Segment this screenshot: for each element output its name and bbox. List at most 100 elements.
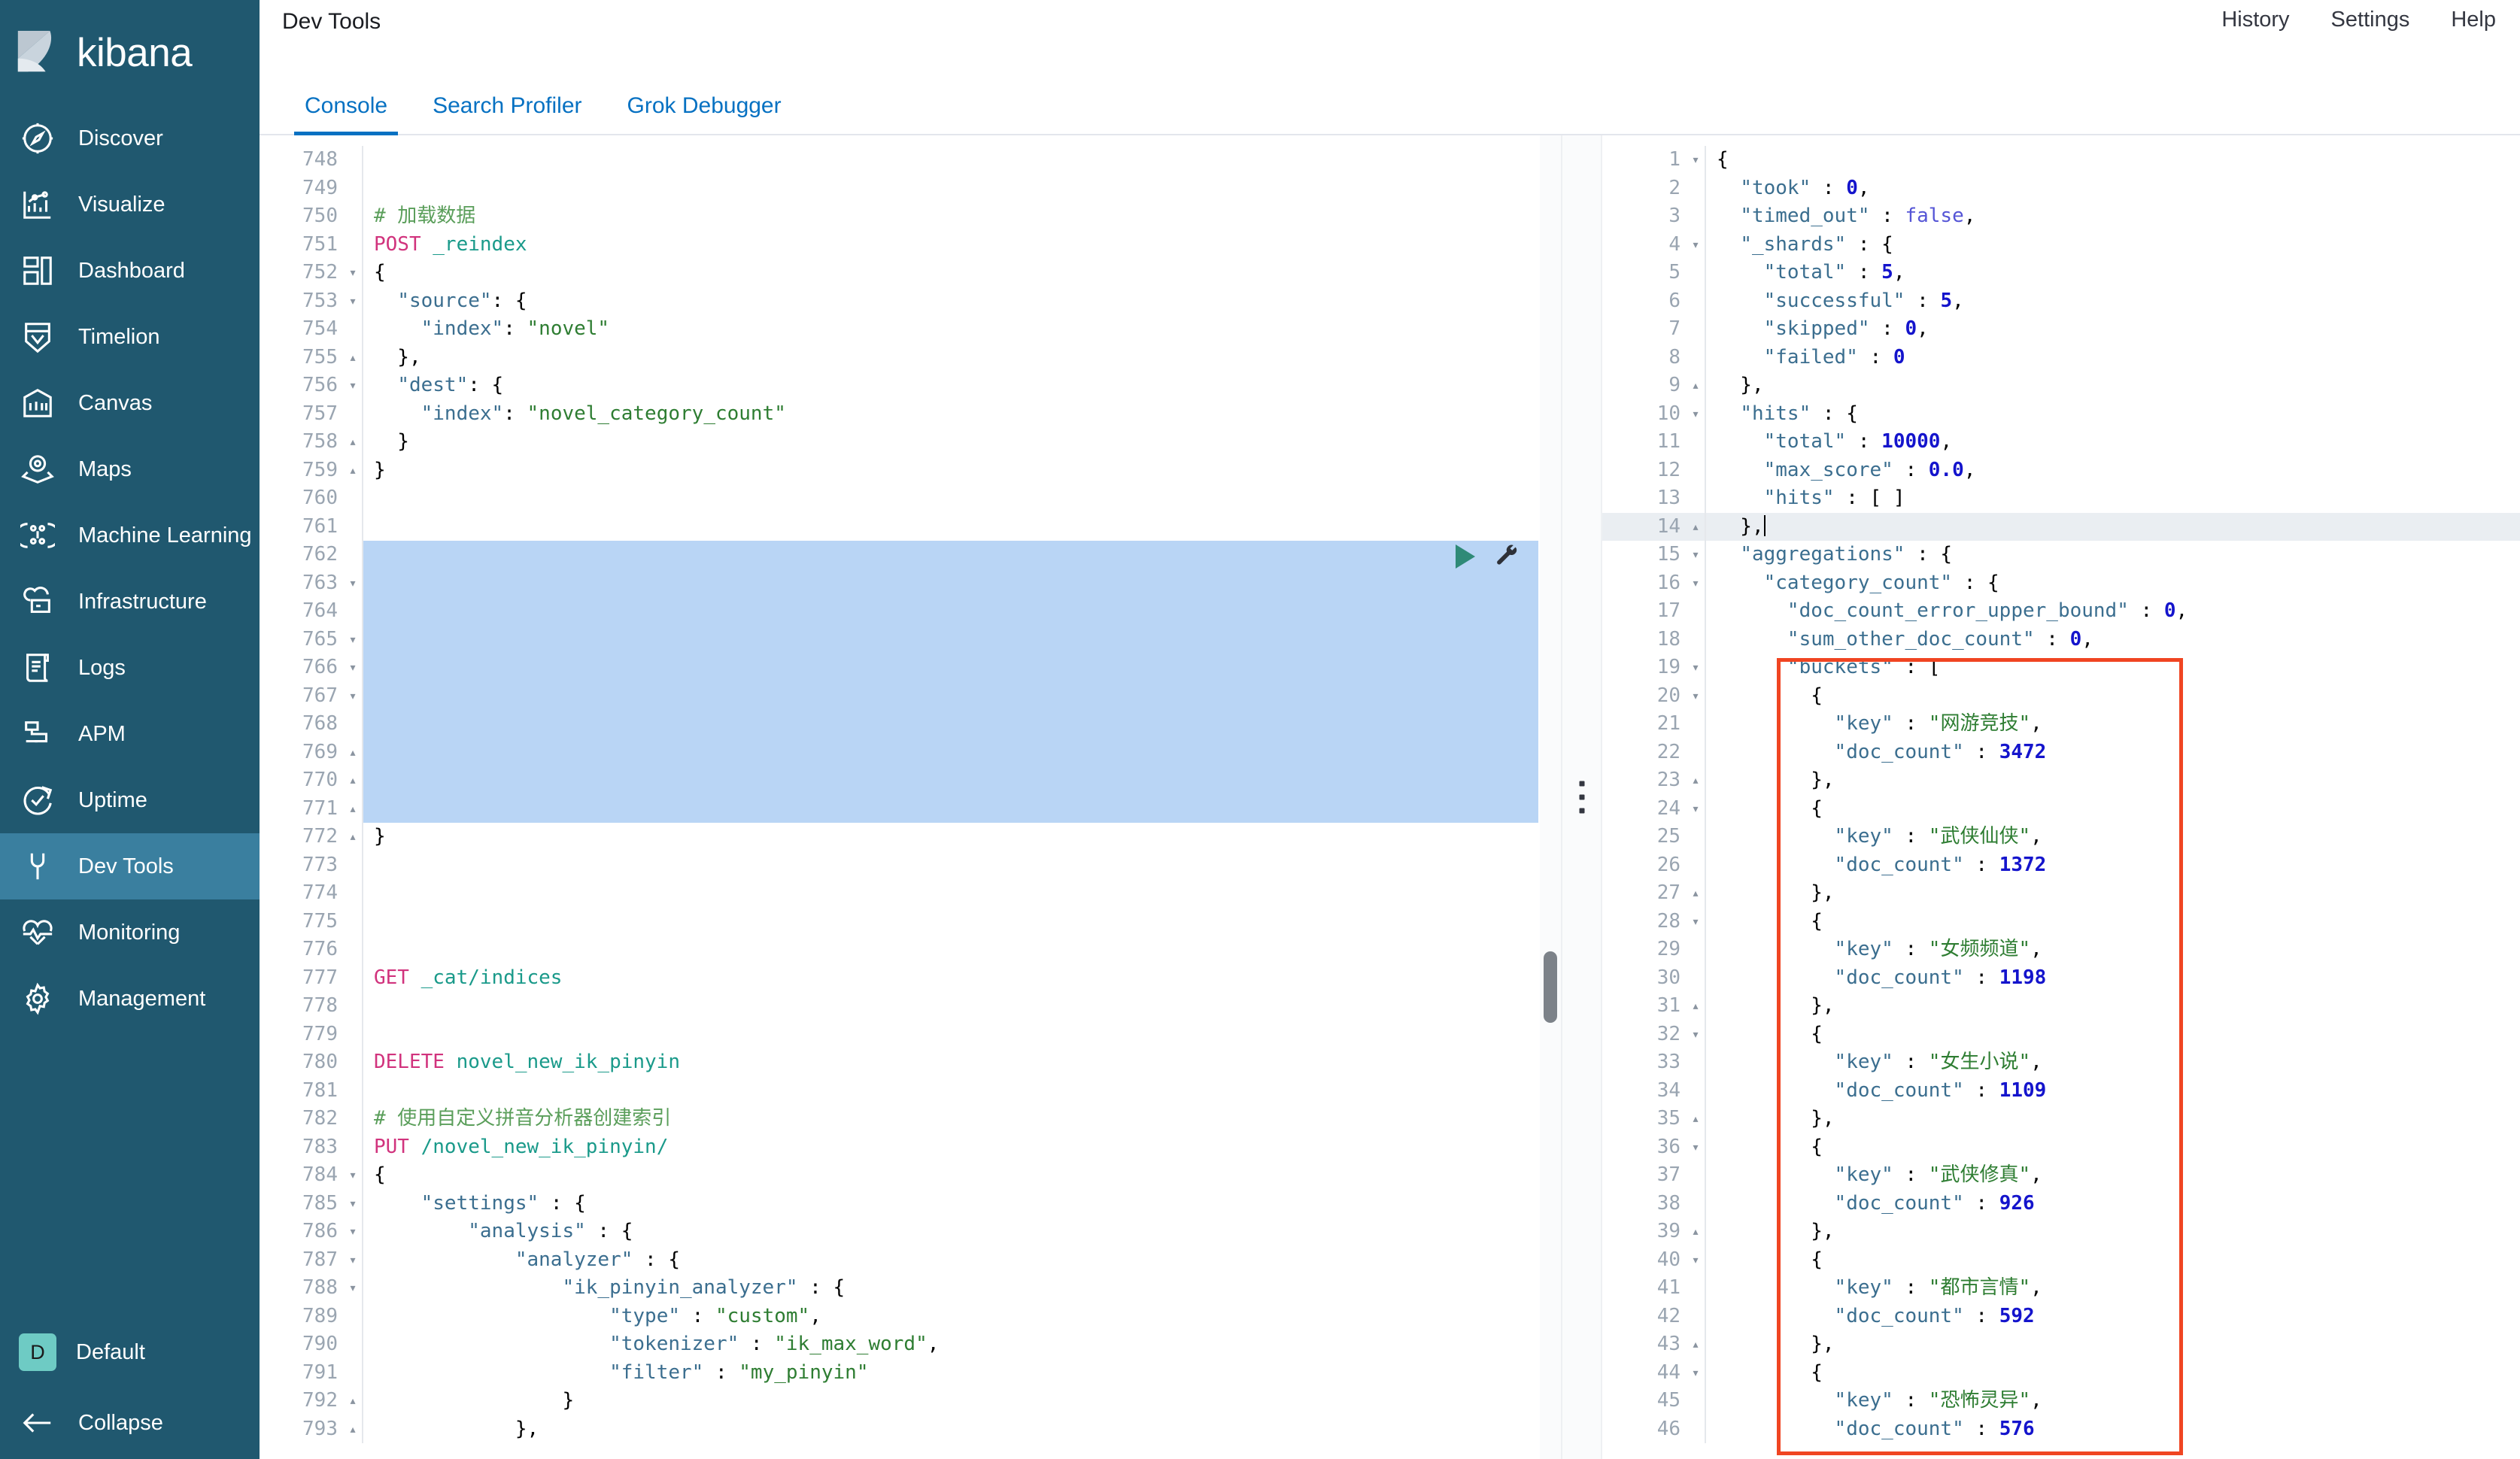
fold-toggle-icon[interactable]: ▾ bbox=[1687, 1133, 1705, 1162]
code-line[interactable]: 751POST _reindex bbox=[260, 231, 1561, 259]
code-line[interactable]: 19▾ "buckets" : [ bbox=[1602, 654, 2520, 682]
code-line[interactable]: 768 "field": "category" bbox=[260, 710, 1561, 739]
fold-toggle-icon[interactable]: ▴ bbox=[1687, 1105, 1705, 1133]
code-line[interactable]: 6 "successful" : 5, bbox=[1602, 287, 2520, 316]
code-line[interactable]: 2 "took" : 0, bbox=[1602, 174, 2520, 203]
code-line[interactable]: 24▾ { bbox=[1602, 795, 2520, 824]
code-line[interactable]: 793▴ }, bbox=[260, 1415, 1561, 1444]
fold-toggle-icon[interactable]: ▾ bbox=[1687, 1359, 1705, 1388]
code-line[interactable]: 15▾ "aggregations" : { bbox=[1602, 541, 2520, 569]
fold-toggle-icon[interactable]: ▾ bbox=[344, 1246, 362, 1275]
sidebar-item-dashboard[interactable]: Dashboard bbox=[0, 238, 260, 304]
fold-toggle-icon[interactable]: ▾ bbox=[1687, 569, 1705, 598]
code-line[interactable]: 760 bbox=[260, 484, 1561, 513]
code-line[interactable]: 782# 使用自定义拼音分析器创建索引 bbox=[260, 1105, 1561, 1133]
code-line[interactable]: 7 "skipped" : 0, bbox=[1602, 315, 2520, 344]
fold-toggle-icon[interactable]: ▴ bbox=[344, 795, 362, 824]
fold-toggle-icon[interactable]: ▾ bbox=[344, 1161, 362, 1190]
code-line[interactable]: 39▴ }, bbox=[1602, 1218, 2520, 1246]
code-line[interactable]: 3 "timed_out" : false, bbox=[1602, 202, 2520, 231]
history-link[interactable]: History bbox=[2221, 8, 2289, 32]
fold-toggle-icon[interactable]: ▴ bbox=[344, 344, 362, 372]
code-line[interactable]: 792▴ } bbox=[260, 1387, 1561, 1415]
code-line[interactable]: 13 "hits" : [ ] bbox=[1602, 484, 2520, 513]
help-link[interactable]: Help bbox=[2451, 8, 2496, 32]
code-line[interactable]: 762GET novel_category_count/_search bbox=[260, 541, 1561, 569]
code-line[interactable]: 5 "total" : 5, bbox=[1602, 259, 2520, 287]
code-line[interactable]: 781 bbox=[260, 1077, 1561, 1106]
play-request-icon[interactable] bbox=[1456, 544, 1475, 569]
code-line[interactable]: 42 "doc_count" : 592 bbox=[1602, 1303, 2520, 1331]
code-line[interactable]: 4▾ "_shards" : { bbox=[1602, 231, 2520, 259]
fold-toggle-icon[interactable]: ▴ bbox=[1687, 372, 1705, 400]
sidebar-item-management[interactable]: Management bbox=[0, 966, 260, 1032]
code-line[interactable]: 777GET _cat/indices bbox=[260, 964, 1561, 993]
code-line[interactable]: 774 bbox=[260, 879, 1561, 908]
code-line[interactable]: 754 "index": "novel" bbox=[260, 315, 1561, 344]
fold-toggle-icon[interactable]: ▾ bbox=[1687, 682, 1705, 711]
fold-toggle-icon[interactable]: ▾ bbox=[1687, 1246, 1705, 1275]
request-editor-pane[interactable]: 748749750# 加载数据751POST _reindex752▾{753▾… bbox=[260, 135, 1561, 1459]
fold-toggle-icon[interactable]: ▾ bbox=[344, 287, 362, 316]
sidebar-item-visualize[interactable]: Visualize bbox=[0, 171, 260, 238]
code-line[interactable]: 9▴ }, bbox=[1602, 372, 2520, 400]
sidebar-item-monitoring[interactable]: Monitoring bbox=[0, 899, 260, 966]
code-line[interactable]: 756▾ "dest": { bbox=[260, 372, 1561, 400]
code-line[interactable]: 10▾ "hits" : { bbox=[1602, 400, 2520, 429]
code-line[interactable]: 46 "doc_count" : 576 bbox=[1602, 1415, 2520, 1444]
scrollbar-thumb[interactable] bbox=[1544, 951, 1557, 1023]
fold-toggle-icon[interactable]: ▾ bbox=[344, 1190, 362, 1218]
tab-console[interactable]: Console bbox=[282, 93, 410, 134]
code-line[interactable]: 18 "sum_other_doc_count" : 0, bbox=[1602, 626, 2520, 654]
splitter-grip-icon[interactable] bbox=[1579, 781, 1584, 814]
code-line[interactable]: 787▾ "analyzer" : { bbox=[260, 1246, 1561, 1275]
fold-toggle-icon[interactable]: ▴ bbox=[344, 739, 362, 767]
fold-toggle-icon[interactable]: ▴ bbox=[344, 457, 362, 485]
sidebar-item-discover[interactable]: Discover bbox=[0, 105, 260, 171]
code-line[interactable]: 27▴ }, bbox=[1602, 879, 2520, 908]
code-line[interactable]: 33 "key" : "女生小说", bbox=[1602, 1048, 2520, 1077]
fold-toggle-icon[interactable]: ▾ bbox=[1687, 1021, 1705, 1049]
code-line[interactable]: 34 "doc_count" : 1109 bbox=[1602, 1077, 2520, 1106]
fold-toggle-icon[interactable]: ▴ bbox=[1687, 1218, 1705, 1246]
fold-toggle-icon[interactable]: ▾ bbox=[1687, 231, 1705, 259]
code-line[interactable]: 16▾ "category_count" : { bbox=[1602, 569, 2520, 598]
fold-toggle-icon[interactable]: ▴ bbox=[1687, 879, 1705, 908]
code-line[interactable]: 21 "key" : "网游竞技", bbox=[1602, 710, 2520, 739]
code-line[interactable]: 765▾ "aggs": { bbox=[260, 626, 1561, 654]
code-line[interactable]: 38 "doc_count" : 926 bbox=[1602, 1190, 2520, 1218]
code-line[interactable]: 789 "type" : "custom", bbox=[260, 1303, 1561, 1331]
code-line[interactable]: 748 bbox=[260, 146, 1561, 174]
code-line[interactable]: 772▴} bbox=[260, 823, 1561, 851]
fold-toggle-icon[interactable]: ▴ bbox=[344, 766, 362, 795]
sidebar-item-canvas[interactable]: Canvas bbox=[0, 370, 260, 436]
settings-link[interactable]: Settings bbox=[2331, 8, 2410, 32]
code-line[interactable]: 1▾{ bbox=[1602, 146, 2520, 174]
code-line[interactable]: 44▾ { bbox=[1602, 1359, 2520, 1388]
code-line[interactable]: 759▴} bbox=[260, 457, 1561, 485]
code-line[interactable]: 778 bbox=[260, 992, 1561, 1021]
code-line[interactable]: 770▴ } bbox=[260, 766, 1561, 795]
code-line[interactable]: 11 "total" : 10000, bbox=[1602, 428, 2520, 457]
code-line[interactable]: 29 "key" : "女频频道", bbox=[1602, 936, 2520, 964]
request-options-icon[interactable] bbox=[1495, 544, 1520, 569]
response-editor[interactable]: 1▾{2 "took" : 0,3 "timed_out" : false,4▾… bbox=[1602, 135, 2520, 1459]
pane-splitter[interactable] bbox=[1561, 135, 1602, 1459]
sidebar-item-infrastructure[interactable]: Infrastructure bbox=[0, 569, 260, 635]
fold-toggle-icon[interactable]: ▾ bbox=[1687, 146, 1705, 174]
code-line[interactable]: 776 bbox=[260, 936, 1561, 964]
code-line[interactable]: 20▾ { bbox=[1602, 682, 2520, 711]
fold-toggle-icon[interactable]: ▾ bbox=[1687, 654, 1705, 682]
sidebar-space-selector[interactable]: D Default bbox=[0, 1318, 260, 1387]
code-line[interactable]: 12 "max_score" : 0.0, bbox=[1602, 457, 2520, 485]
code-line[interactable]: 28▾ { bbox=[1602, 908, 2520, 936]
fold-toggle-icon[interactable]: ▾ bbox=[344, 626, 362, 654]
request-editor[interactable]: 748749750# 加载数据751POST _reindex752▾{753▾… bbox=[260, 135, 1561, 1459]
fold-toggle-icon[interactable]: ▾ bbox=[344, 682, 362, 711]
fold-toggle-icon[interactable]: ▾ bbox=[344, 1218, 362, 1246]
code-line[interactable]: 23▴ }, bbox=[1602, 766, 2520, 795]
code-line[interactable]: 40▾ { bbox=[1602, 1246, 2520, 1275]
kibana-logo-header[interactable]: kibana bbox=[0, 0, 260, 105]
sidebar-collapse-button[interactable]: Collapse bbox=[0, 1387, 260, 1459]
code-line[interactable]: 791 "filter" : "my_pinyin" bbox=[260, 1359, 1561, 1388]
